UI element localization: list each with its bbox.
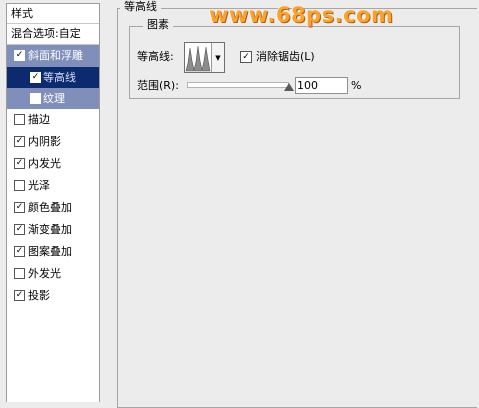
range-label: 范围(R): (137, 79, 179, 92)
style-item-inner-glow[interactable]: ✓ 内发光 (7, 153, 99, 175)
elements-group-title: 图素 (143, 18, 173, 32)
styles-list: 样式 混合选项:自定 ✓ 斜面和浮雕 ✓ 等高线 纹理 描边 ✓ 内阴影 ✓ 内… (6, 3, 100, 402)
range-slider-track[interactable] (187, 82, 289, 88)
style-item-outer-glow[interactable]: 外发光 (7, 263, 99, 285)
style-item-label: 图案叠加 (28, 245, 72, 258)
range-value-input[interactable] (295, 77, 348, 94)
style-item-drop-shadow[interactable]: ✓ 投影 (7, 285, 99, 307)
style-item-satin[interactable]: 光泽 (7, 175, 99, 197)
style-item-contour[interactable]: ✓ 等高线 (7, 67, 99, 88)
style-item-bevel-emboss[interactable]: ✓ 斜面和浮雕 (7, 45, 99, 67)
contour-label: 等高线: (137, 50, 174, 63)
drop-shadow-checkbox[interactable]: ✓ (14, 290, 25, 301)
contour-curve-icon (185, 45, 211, 72)
anti-alias-checkbox[interactable]: ✓ (240, 51, 252, 63)
inner-shadow-checkbox[interactable]: ✓ (14, 136, 25, 147)
contour-checkbox[interactable]: ✓ (30, 72, 41, 83)
style-item-label: 颜色叠加 (28, 201, 72, 214)
style-item-label: 渐变叠加 (28, 223, 72, 236)
style-item-label: 斜面和浮雕 (28, 49, 83, 62)
style-item-label: 光泽 (28, 179, 50, 192)
gradient-overlay-checkbox[interactable]: ✓ (14, 224, 25, 235)
style-item-inner-shadow[interactable]: ✓ 内阴影 (7, 131, 99, 153)
style-item-label: 投影 (28, 289, 50, 302)
triangle-down-icon[interactable]: ▼ (211, 43, 224, 72)
outer-glow-checkbox[interactable] (14, 268, 25, 279)
bevel-emboss-checkbox[interactable]: ✓ (14, 50, 25, 61)
contour-group-title: 等高线 (120, 0, 161, 14)
inner-glow-checkbox[interactable]: ✓ (14, 158, 25, 169)
style-item-color-overlay[interactable]: ✓ 颜色叠加 (7, 197, 99, 219)
style-item-gradient-overlay[interactable]: ✓ 渐变叠加 (7, 219, 99, 241)
pattern-overlay-checkbox[interactable]: ✓ (14, 246, 25, 257)
color-overlay-checkbox[interactable]: ✓ (14, 202, 25, 213)
stroke-checkbox[interactable] (14, 114, 25, 125)
range-unit-label: % (351, 79, 362, 92)
satin-checkbox[interactable] (14, 180, 25, 191)
style-item-label: 等高线 (43, 71, 76, 84)
style-item-pattern-overlay[interactable]: ✓ 图案叠加 (7, 241, 99, 263)
style-item-label: 纹理 (43, 92, 65, 105)
styles-header[interactable]: 样式 (7, 4, 99, 24)
texture-checkbox[interactable] (30, 93, 41, 104)
style-item-stroke[interactable]: 描边 (7, 109, 99, 131)
style-item-texture[interactable]: 纹理 (7, 88, 99, 109)
style-item-label: 内发光 (28, 157, 61, 170)
contour-picker[interactable]: ▼ (184, 42, 225, 73)
site-watermark: www.68ps.com (209, 3, 394, 27)
style-item-label: 描边 (28, 113, 50, 126)
range-slider-thumb[interactable] (284, 83, 294, 91)
blending-options-item[interactable]: 混合选项:自定 (7, 24, 99, 45)
style-item-label: 外发光 (28, 267, 61, 280)
style-item-label: 内阴影 (28, 135, 61, 148)
anti-alias-label[interactable]: 消除锯齿(L) (256, 50, 315, 64)
